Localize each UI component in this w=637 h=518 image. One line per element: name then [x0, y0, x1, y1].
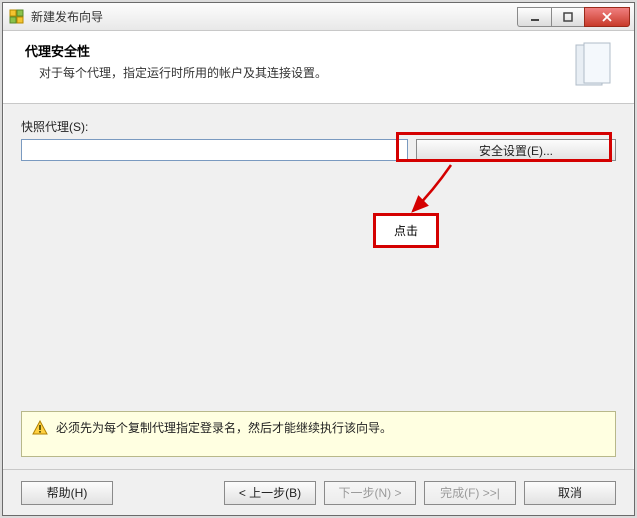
warning-text: 必须先为每个复制代理指定登录名，然后才能继续执行该向导。 [56, 420, 392, 437]
warning-icon [32, 420, 48, 436]
annotation-callout: 点击 [373, 213, 439, 248]
window-controls [517, 7, 630, 27]
close-button[interactable] [584, 7, 630, 27]
app-icon [9, 9, 25, 25]
wizard-header: 代理安全性 对于每个代理，指定运行时所用的帐户及其连接设置。 [3, 31, 634, 104]
minimize-button[interactable] [517, 7, 551, 27]
page-title: 代理安全性 [25, 41, 562, 60]
finish-button: 完成(F) >>| [424, 481, 516, 505]
wizard-content: 快照代理(S): 安全设置(E)... [3, 104, 634, 167]
warning-bar: 必须先为每个复制代理指定登录名，然后才能继续执行该向导。 [21, 411, 616, 457]
security-settings-button[interactable]: 安全设置(E)... [416, 139, 616, 161]
help-button[interactable]: 帮助(H) [21, 481, 113, 505]
window-title: 新建发布向导 [31, 8, 103, 25]
maximize-button[interactable] [551, 7, 585, 27]
back-button[interactable]: < 上一步(B) [224, 481, 316, 505]
page-subtitle: 对于每个代理，指定运行时所用的帐户及其连接设置。 [25, 64, 562, 81]
snapshot-agent-input[interactable] [21, 139, 408, 161]
titlebar: 新建发布向导 [3, 3, 634, 31]
next-button: 下一步(N) > [324, 481, 416, 505]
annotation-callout-text: 点击 [394, 224, 418, 238]
wizard-window: 新建发布向导 代理安全性 对于每个代理，指定运行时所用的帐户及其连接设置。 快 [2, 2, 635, 516]
wizard-banner-icon [570, 41, 618, 89]
annotation-arrow [403, 161, 463, 221]
wizard-footer: 帮助(H) < 上一步(B) 下一步(N) > 完成(F) >>| 取消 [3, 469, 634, 515]
snapshot-agent-label: 快照代理(S): [21, 118, 616, 135]
cancel-button[interactable]: 取消 [524, 481, 616, 505]
